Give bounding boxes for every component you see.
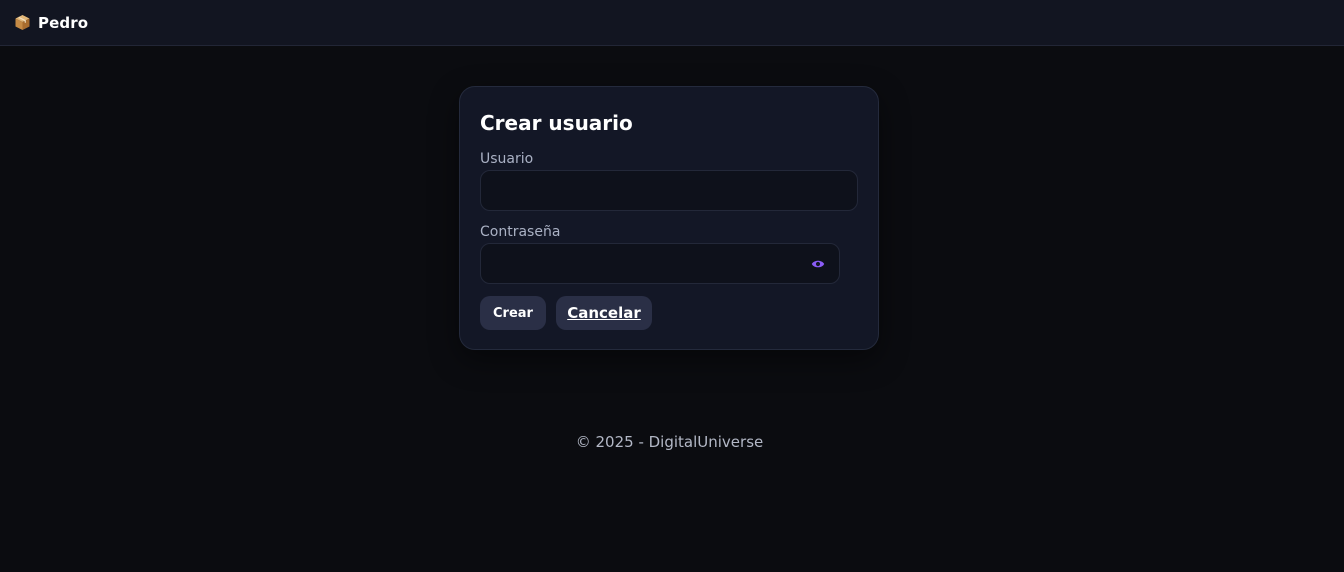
username-field[interactable] — [480, 170, 858, 211]
username-label: Usuario — [480, 151, 534, 167]
brand-link[interactable]: Pedro — [14, 14, 88, 32]
brand-name: Pedro — [38, 13, 89, 32]
eye-icon — [811, 259, 825, 269]
page-title: Crear usuario — [480, 111, 633, 135]
toggle-password-visibility-button[interactable] — [806, 255, 830, 273]
password-label: Contraseña — [480, 224, 561, 240]
footer-copyright: © 2025 - DigitalUniverse — [575, 433, 764, 451]
create-button[interactable]: Crear — [480, 296, 546, 330]
cancel-button[interactable]: Cancelar — [556, 296, 652, 330]
package-icon — [14, 14, 31, 31]
password-field[interactable] — [480, 243, 840, 284]
create-user-card: Crear usuario Usuario Contraseña Crear C… — [459, 86, 879, 350]
top-navbar: Pedro — [0, 0, 1344, 46]
